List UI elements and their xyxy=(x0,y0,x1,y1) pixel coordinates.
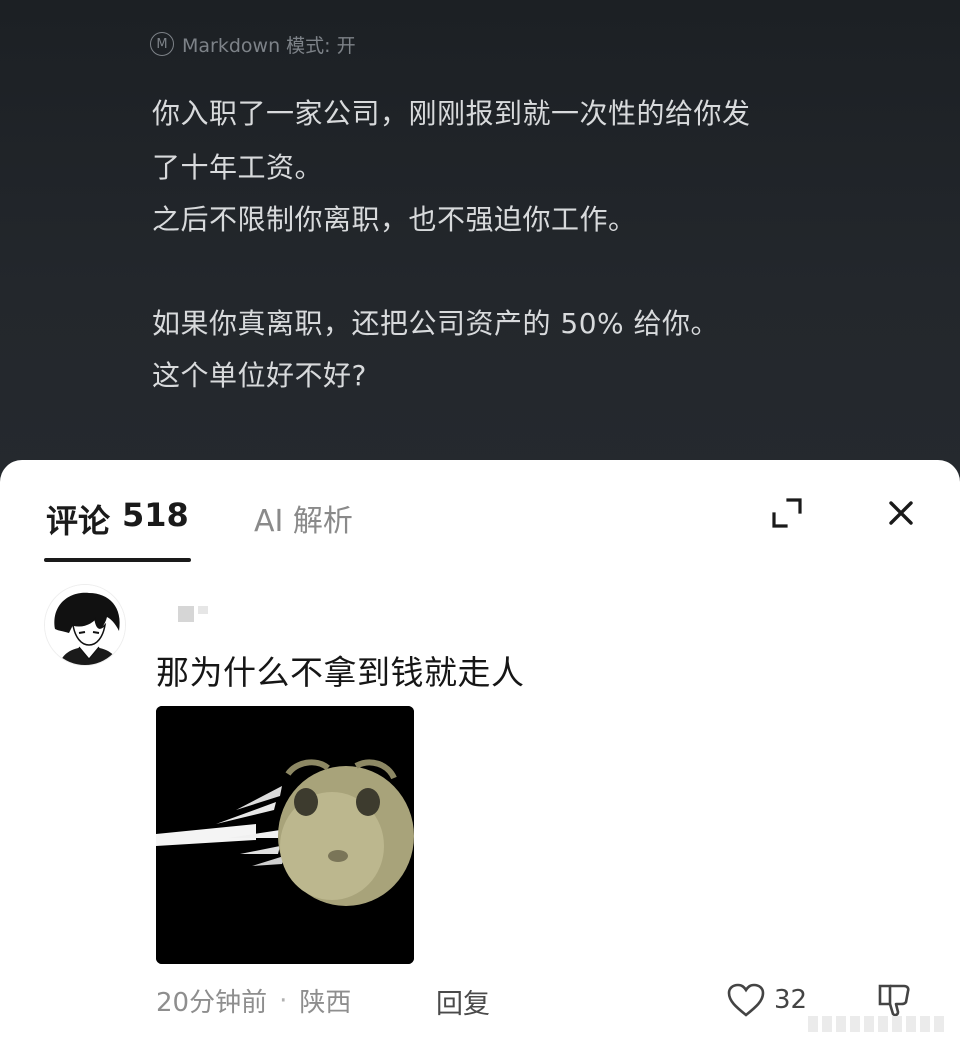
post-line: 之后不限制你离职，也不强迫你工作。 xyxy=(152,203,637,236)
post-area: M Markdown 模式: 开 你入职了一家公司，刚刚报到就一次性的给你发 了… xyxy=(0,0,960,480)
avatar[interactable] xyxy=(44,584,126,666)
tab-ai-analysis[interactable]: AI 解析 xyxy=(254,496,353,540)
post-line: 你入职了一家公司，刚刚报到就一次性的给你发 xyxy=(152,97,751,130)
hamster-sticker-image xyxy=(156,706,414,964)
markdown-mode-indicator[interactable]: M Markdown 模式: 开 xyxy=(150,30,356,58)
comment-text: 那为什么不拿到钱就走人 xyxy=(156,653,525,692)
comment-image[interactable] xyxy=(156,706,414,964)
reply-button[interactable]: 回复 xyxy=(436,982,490,1021)
post-line: 如果你真离职，还把公司资产的 50% 给你。 xyxy=(152,307,720,340)
watermark-overlay xyxy=(808,1016,948,1032)
active-tab-indicator xyxy=(44,558,191,562)
post-line: 了十年工资。 xyxy=(152,151,324,184)
markdown-mode-label: Markdown 模式: 开 xyxy=(182,34,356,57)
dislike-icon[interactable] xyxy=(874,980,914,1020)
comment-location: 陕西 xyxy=(299,988,352,1018)
comment-count: 518 xyxy=(122,496,189,534)
expand-icon[interactable] xyxy=(770,496,804,530)
comment-time: 20分钟前 xyxy=(156,988,268,1018)
like-button[interactable]: 32 xyxy=(726,982,807,1018)
username-obscured[interactable] xyxy=(156,592,246,622)
comments-sheet: 评论 518 AI 解析 那为什么不拿到钱就走人 20分钟前 · 陕西 回复 3… xyxy=(0,460,960,1043)
tab-comments-label: 评论 xyxy=(46,502,111,540)
post-line: 这个单位好不好? xyxy=(152,359,367,392)
separator-dot: · xyxy=(279,985,288,1016)
like-count: 32 xyxy=(774,985,808,1015)
close-icon[interactable] xyxy=(882,494,920,532)
markdown-icon: M xyxy=(150,32,174,56)
tab-comments[interactable]: 评论 518 xyxy=(46,496,189,542)
heart-icon xyxy=(727,983,765,1017)
comment-meta: 20分钟前 · 陕西 xyxy=(156,982,351,1019)
avatar-image xyxy=(45,585,125,665)
